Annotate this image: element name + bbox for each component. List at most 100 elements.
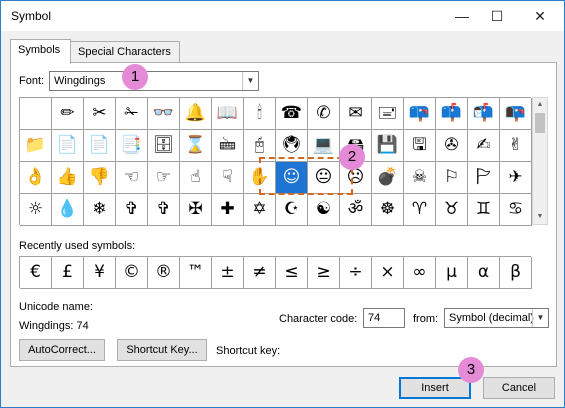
annotation-badge-1: 1 (122, 64, 148, 90)
symbol-cell[interactable]: 👌 (20, 162, 52, 194)
symbol-cell[interactable]: 📁 (20, 130, 52, 162)
symbol-cell[interactable]: ✠ (180, 194, 212, 226)
symbol-cell[interactable]: ✈ (500, 162, 532, 194)
recent-symbol-cell[interactable]: ≤ (276, 257, 308, 289)
symbol-cell[interactable]: ✏ (52, 98, 84, 130)
tab-special-characters[interactable]: Special Characters (70, 41, 180, 63)
font-select[interactable]: Wingdings ▼ (49, 71, 259, 91)
symbol-cell[interactable]: ☞ (148, 162, 180, 194)
window-title: Symbol (11, 9, 52, 23)
recent-symbol-cell[interactable]: ≠ (244, 257, 276, 289)
cancel-button[interactable]: Cancel (483, 377, 555, 399)
tab-special-characters-label: Special Characters (78, 46, 171, 58)
symbol-cell[interactable]: ☜ (116, 162, 148, 194)
symbol-cell[interactable]: ❄ (84, 194, 116, 226)
insert-button[interactable]: Insert (399, 377, 471, 399)
maximize-icon[interactable]: ☐ (483, 4, 511, 28)
recent-symbol-cell[interactable]: β (500, 257, 532, 289)
symbol-cell[interactable]: 📬 (468, 98, 500, 130)
symbol-cell[interactable]: 📄 (52, 130, 84, 162)
symbol-cell[interactable]: ♈ (404, 194, 436, 226)
symbol-cell[interactable]: ✁ (116, 98, 148, 130)
symbol-cell[interactable]: ✍ (468, 130, 500, 162)
symbol-cell[interactable]: 🖮 (212, 130, 244, 162)
symbol-cell[interactable]: 📄 (84, 130, 116, 162)
symbol-cell[interactable]: ♋ (500, 194, 532, 226)
scroll-down-icon[interactable]: ▼ (533, 210, 547, 224)
symbol-cell[interactable]: ✞ (116, 194, 148, 226)
recent-symbol-cell[interactable]: µ (436, 257, 468, 289)
symbol-cell[interactable]: 👎 (84, 162, 116, 194)
annotation-badge-3: 3 (458, 357, 484, 383)
symbol-cell[interactable]: 📪 (404, 98, 436, 130)
scroll-thumb[interactable] (535, 113, 545, 133)
symbol-cell[interactable]: ♉ (436, 194, 468, 226)
symbol-cell[interactable]: ✂ (84, 98, 116, 130)
symbol-cell[interactable]: 📫 (436, 98, 468, 130)
symbol-cell[interactable]: ☝ (180, 162, 212, 194)
minimize-icon[interactable]: — (448, 4, 476, 28)
symbol-cell[interactable]: ☪ (276, 194, 308, 226)
symbol-cell[interactable]: ✚ (212, 194, 244, 226)
recent-symbol-cell[interactable]: ± (212, 257, 244, 289)
symbol-cell[interactable]: 💾 (372, 130, 404, 162)
recent-symbol-cell[interactable]: € (20, 257, 52, 289)
symbol-cell[interactable]: 🗄 (148, 130, 180, 162)
recent-symbol-cell[interactable]: α (468, 257, 500, 289)
symbol-cell[interactable]: ✉ (340, 98, 372, 130)
recent-symbol-cell[interactable]: ™ (180, 257, 212, 289)
font-select-value: Wingdings (54, 75, 106, 87)
recent-symbol-cell[interactable]: ÷ (340, 257, 372, 289)
from-select-value: Symbol (decimal) (449, 312, 534, 324)
symbol-cell[interactable]: 🕯 (244, 98, 276, 130)
symbol-cell[interactable]: 🏱 (468, 162, 500, 194)
symbol-cell[interactable]: ☸ (372, 194, 404, 226)
symbol-cell[interactable]: ✆ (308, 98, 340, 130)
recent-symbol-cell[interactable]: ® (148, 257, 180, 289)
tab-symbols[interactable]: Symbols (10, 39, 71, 64)
shortcut-key-button[interactable]: Shortcut Key... (117, 339, 207, 361)
recent-symbol-cell[interactable]: ∞ (404, 257, 436, 289)
symbol-cell[interactable]: 📑 (116, 130, 148, 162)
symbol-cell[interactable]: ☼ (20, 194, 52, 226)
symbol-cell[interactable]: ✞ (148, 194, 180, 226)
symbol-cell[interactable]: 🔔 (180, 98, 212, 130)
symbol-cell[interactable]: ☠ (404, 162, 436, 194)
symbol-cell[interactable]: ✌ (500, 130, 532, 162)
symbol-cell[interactable]: ☎ (276, 98, 308, 130)
symbol-grid-scrollbar[interactable]: ▲ ▼ (532, 97, 548, 225)
symbol-cell[interactable]: ⚐ (436, 162, 468, 194)
symbol-cell[interactable]: ☟ (212, 162, 244, 194)
symbol-cell[interactable]: 👓 (148, 98, 180, 130)
symbol-cell[interactable]: ✇ (436, 130, 468, 162)
recent-symbol-cell[interactable]: ≥ (308, 257, 340, 289)
highlight-dashed-box (259, 157, 353, 195)
recent-symbol-cell[interactable]: £ (52, 257, 84, 289)
symbol-cell[interactable]: ⌛ (180, 130, 212, 162)
from-select[interactable]: Symbol (decimal) ▼ (444, 308, 549, 328)
symbol-cell[interactable]: ✡ (244, 194, 276, 226)
scroll-up-icon[interactable]: ▲ (533, 98, 547, 112)
autocorrect-button[interactable]: AutoCorrect... (19, 339, 105, 361)
symbol-cell[interactable]: ♊ (468, 194, 500, 226)
symbol-cell[interactable]: 📖 (212, 98, 244, 130)
close-icon[interactable]: ✕ (526, 4, 554, 28)
symbol-cell[interactable]: 👍 (52, 162, 84, 194)
symbol-cell[interactable]: 🖃 (372, 98, 404, 130)
symbol-cell[interactable]: 📭 (500, 98, 532, 130)
recent-symbol-cell[interactable]: × (372, 257, 404, 289)
annotation-badge-2: 2 (339, 144, 365, 170)
symbol-dialog: Symbol — ☐ ✕ Symbols Special Characters … (0, 0, 565, 408)
character-code-input[interactable]: 74 (363, 308, 405, 328)
symbol-cell[interactable] (20, 98, 52, 130)
unicode-name-label: Unicode name: (19, 301, 93, 313)
symbol-cell[interactable]: 💧 (52, 194, 84, 226)
recent-symbol-cell[interactable]: ¥ (84, 257, 116, 289)
chevron-down-icon: ▼ (532, 309, 548, 327)
recent-symbol-cell[interactable]: © (116, 257, 148, 289)
symbol-cell[interactable]: 💣 (372, 162, 404, 194)
unicode-name-value: Wingdings: 74 (19, 320, 89, 332)
symbol-cell[interactable]: ☯ (308, 194, 340, 226)
symbol-cell[interactable]: 🖫 (404, 130, 436, 162)
symbol-cell[interactable]: ॐ (340, 194, 372, 226)
